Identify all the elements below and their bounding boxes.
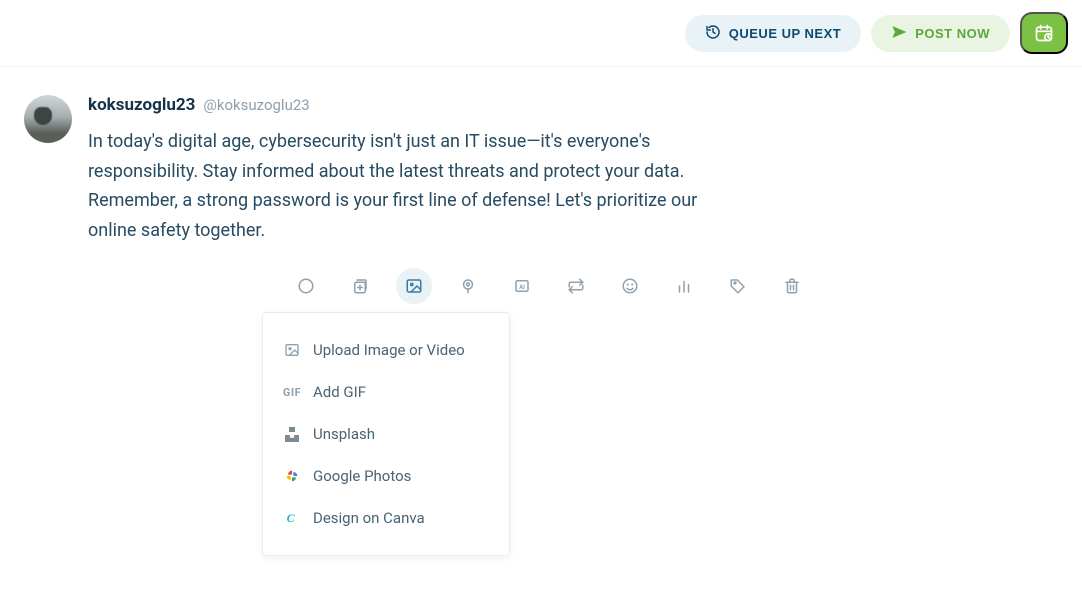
handle: @koksuzoglu23 xyxy=(203,96,309,114)
unsplash-item[interactable]: Unsplash xyxy=(263,413,509,455)
add-gif-item[interactable]: GIF Add GIF xyxy=(263,371,509,413)
user-line: koksuzoglu23 @koksuzoglu23 xyxy=(88,95,1058,115)
canva-item[interactable]: C Design on Canva xyxy=(263,497,509,539)
gif-icon: GIF xyxy=(283,383,301,401)
top-bar: QUEUE UP NEXT POST NOW xyxy=(0,0,1082,67)
canva-label: Design on Canva xyxy=(313,509,425,527)
trash-icon[interactable] xyxy=(774,268,810,304)
send-icon xyxy=(891,24,907,43)
media-dropdown: Upload Image or Video GIF Add GIF Unspla… xyxy=(262,312,510,556)
history-icon xyxy=(705,24,721,43)
schedule-button[interactable] xyxy=(1020,12,1068,54)
queue-up-next-button[interactable]: QUEUE UP NEXT xyxy=(685,15,861,52)
image-icon xyxy=(283,341,301,359)
image-icon[interactable] xyxy=(396,268,432,304)
post-text[interactable]: In today's digital age, cybersecurity is… xyxy=(88,127,748,246)
upload-image-item[interactable]: Upload Image or Video xyxy=(263,329,509,371)
post-label: POST NOW xyxy=(915,26,990,41)
gif-label: Add GIF xyxy=(313,383,366,401)
composer: koksuzoglu23 @koksuzoglu23 In today's di… xyxy=(0,67,1082,304)
svg-text:AI: AI xyxy=(519,284,525,291)
calendar-icon xyxy=(1034,23,1054,43)
composer-main: koksuzoglu23 @koksuzoglu23 In today's di… xyxy=(88,95,1058,304)
avatar xyxy=(24,95,72,143)
upload-label: Upload Image or Video xyxy=(313,341,465,359)
emoji-icon[interactable] xyxy=(612,268,648,304)
google-photos-item[interactable]: Google Photos xyxy=(263,455,509,497)
poll-icon[interactable] xyxy=(666,268,702,304)
unsplash-icon xyxy=(283,425,301,443)
post-now-button[interactable]: POST NOW xyxy=(871,15,1010,52)
circle-icon[interactable] xyxy=(288,268,324,304)
display-name: koksuzoglu23 xyxy=(88,95,195,115)
compose-toolbar: AI xyxy=(288,268,1058,304)
retweet-icon[interactable] xyxy=(558,268,594,304)
canva-icon: C xyxy=(283,509,301,527)
add-collection-icon[interactable] xyxy=(342,268,378,304)
location-icon[interactable] xyxy=(450,268,486,304)
unsplash-label: Unsplash xyxy=(313,425,375,443)
svg-text:C: C xyxy=(287,511,296,525)
queue-label: QUEUE UP NEXT xyxy=(729,26,841,41)
ai-icon[interactable]: AI xyxy=(504,268,540,304)
google-photos-icon xyxy=(283,467,301,485)
gphotos-label: Google Photos xyxy=(313,467,411,485)
tag-icon[interactable] xyxy=(720,268,756,304)
